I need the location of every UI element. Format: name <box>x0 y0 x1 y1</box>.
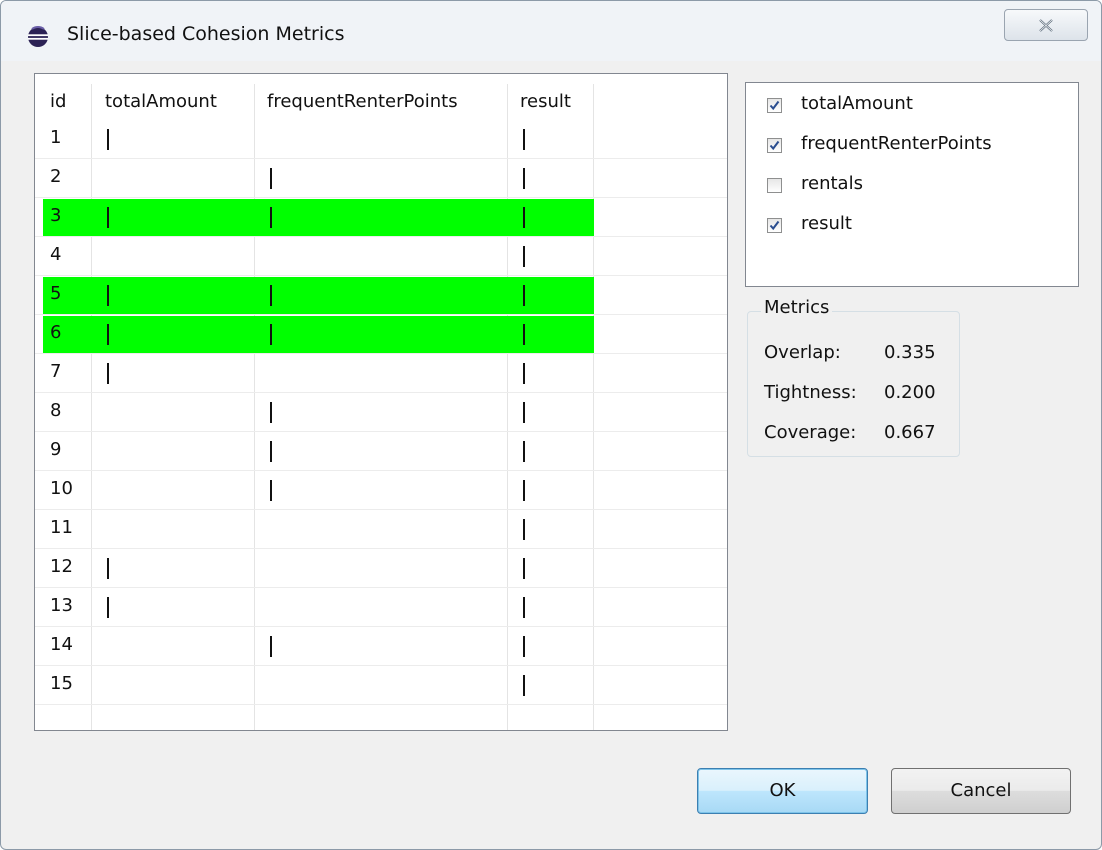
slice-mark <box>107 597 109 618</box>
variable-label: result <box>801 213 852 234</box>
row-id: 12 <box>50 556 73 577</box>
row-id: 14 <box>50 634 73 655</box>
slice-mark <box>270 636 272 657</box>
frequentrenterpoints-checkbox[interactable] <box>767 138 782 153</box>
slice-mark <box>270 168 272 189</box>
tightness-label: Tightness: <box>764 382 857 403</box>
table-row[interactable]: 3 <box>35 198 727 237</box>
slice-mark <box>523 480 525 501</box>
slice-mark <box>107 207 109 228</box>
slice-mark <box>270 441 272 462</box>
overlap-label: Overlap: <box>764 342 841 363</box>
slice-mark <box>523 519 525 540</box>
close-icon <box>1039 19 1053 32</box>
title-bar: Slice-based Cohesion Metrics <box>1 1 1101 61</box>
slice-mark <box>107 285 109 306</box>
slice-mark <box>270 207 272 228</box>
table-row[interactable]: 6 <box>35 315 727 354</box>
slice-mark <box>523 129 525 150</box>
table-row[interactable]: 1 <box>35 120 727 159</box>
variable-list: totalAmount frequentRenterPoints rentals… <box>745 82 1079 287</box>
slice-mark <box>107 324 109 345</box>
row-id: 8 <box>50 400 62 421</box>
slice-table[interactable]: id totalAmount frequentRenterPoints resu… <box>34 73 728 731</box>
column-header-totalamount[interactable]: totalAmount <box>105 91 217 112</box>
slice-mark <box>107 363 109 384</box>
column-header-frequentrenterpoints[interactable]: frequentRenterPoints <box>267 91 458 112</box>
table-row[interactable]: 9 <box>35 432 727 471</box>
column-header-id[interactable]: id <box>50 91 66 112</box>
slice-mark <box>107 558 109 579</box>
row-id: 4 <box>50 244 62 265</box>
slice-mark <box>523 246 525 267</box>
variable-label: totalAmount <box>801 93 913 114</box>
row-id: 13 <box>50 595 73 616</box>
slice-mark <box>523 168 525 189</box>
table-row[interactable]: 7 <box>35 354 727 393</box>
table-row[interactable]: 13 <box>35 588 727 627</box>
row-id: 15 <box>50 673 73 694</box>
slice-mark <box>523 675 525 696</box>
table-row[interactable]: 2 <box>35 159 727 198</box>
eclipse-icon <box>27 26 49 48</box>
cancel-button[interactable]: Cancel <box>891 768 1071 814</box>
check-icon <box>769 140 780 151</box>
row-id: 6 <box>50 322 62 343</box>
slice-mark <box>107 129 109 150</box>
variable-label: frequentRenterPoints <box>801 133 992 154</box>
ok-button[interactable]: OK <box>697 768 868 814</box>
row-id: 2 <box>50 166 62 187</box>
row-id: 9 <box>50 439 62 460</box>
tightness-value: 0.200 <box>884 382 936 403</box>
totalamount-checkbox[interactable] <box>767 98 782 113</box>
check-icon <box>769 220 780 231</box>
table-row[interactable]: 10 <box>35 471 727 510</box>
coverage-value: 0.667 <box>884 422 936 443</box>
slice-mark <box>270 324 272 345</box>
metrics-group-title: Metrics <box>761 297 833 318</box>
slice-mark <box>270 480 272 501</box>
table-row[interactable]: 8 <box>35 393 727 432</box>
table-row[interactable]: 14 <box>35 627 727 666</box>
overlap-value: 0.335 <box>884 342 936 363</box>
table-row[interactable]: 12 <box>35 549 727 588</box>
dialog-window: Slice-based Cohesion Metrics id totalAmo… <box>0 0 1102 850</box>
slice-mark <box>523 558 525 579</box>
dialog-title: Slice-based Cohesion Metrics <box>67 23 345 45</box>
slice-mark <box>523 597 525 618</box>
result-checkbox[interactable] <box>767 218 782 233</box>
row-id: 1 <box>50 127 62 148</box>
row-id: 5 <box>50 283 62 304</box>
row-highlight <box>43 199 594 236</box>
slice-mark <box>270 402 272 423</box>
empty-row <box>35 705 727 730</box>
table-row[interactable]: 11 <box>35 510 727 549</box>
row-highlight <box>43 277 594 314</box>
row-id: 10 <box>50 478 73 499</box>
coverage-label: Coverage: <box>764 422 857 443</box>
table-row[interactable]: 5 <box>35 276 727 315</box>
close-button[interactable] <box>1004 9 1088 41</box>
slice-mark <box>523 402 525 423</box>
rentals-checkbox[interactable] <box>767 178 782 193</box>
column-header-result[interactable]: result <box>520 91 571 112</box>
slice-mark <box>523 636 525 657</box>
slice-mark <box>270 285 272 306</box>
variable-label: rentals <box>801 173 863 194</box>
slice-mark <box>523 207 525 228</box>
slice-mark <box>523 363 525 384</box>
table-row[interactable]: 4 <box>35 237 727 276</box>
slice-mark <box>523 441 525 462</box>
slice-mark <box>523 285 525 306</box>
row-id: 3 <box>50 205 62 226</box>
table-header: id totalAmount frequentRenterPoints resu… <box>35 84 727 120</box>
row-id: 11 <box>50 517 73 538</box>
slice-mark <box>523 324 525 345</box>
check-icon <box>769 100 780 111</box>
row-highlight <box>43 316 594 353</box>
row-id: 7 <box>50 361 62 382</box>
table-row[interactable]: 15 <box>35 666 727 705</box>
